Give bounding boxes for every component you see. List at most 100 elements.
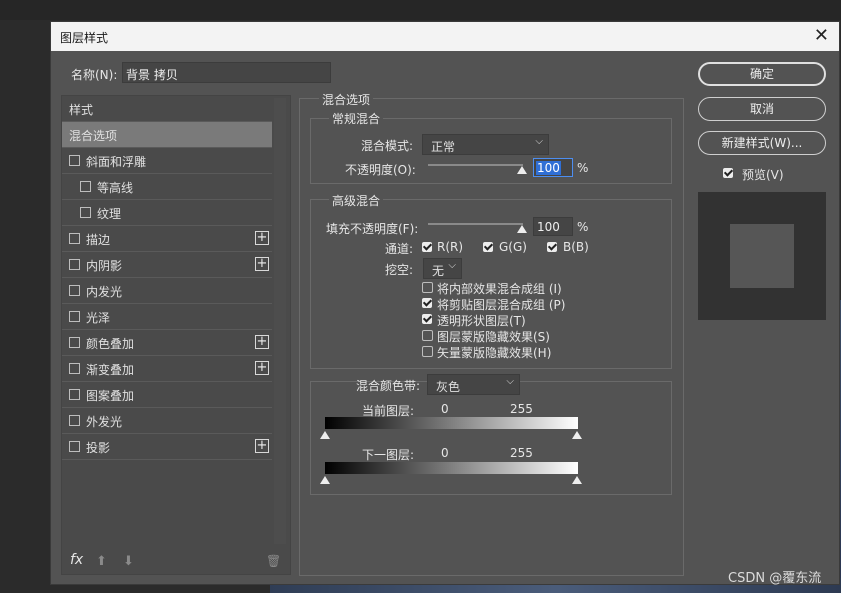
watermark: CSDN @覆东流 [728,571,822,586]
advanced-option-label: 将剪贴图层混合成组 (P) [437,298,566,312]
underlying-layer-white-slider[interactable] [572,476,582,484]
add-style-instance-icon[interactable]: + [255,361,269,375]
fill-opacity-unit: % [577,220,589,234]
underlying-layer-gradient [325,462,578,474]
current-layer-black-slider[interactable] [320,431,330,439]
channel-r-label: R(R) [437,240,464,254]
knockout-value: 无 [432,264,445,278]
move-up-icon[interactable]: ⬆ [96,554,107,569]
knockout-label: 挖空: [385,263,414,277]
current-layer-white-slider[interactable] [572,431,582,439]
underlying-layer-min: 0 [441,446,449,460]
style-item-label: 光泽 [86,311,111,325]
preview-label: 预览(V) [742,168,784,182]
fx-icon[interactable]: fx [70,552,83,568]
add-style-instance-icon[interactable]: + [255,231,269,245]
blend-if-label: 混合颜色带: [356,379,421,393]
preview-checkbox[interactable] [723,168,733,178]
style-item-checkbox[interactable] [69,389,80,400]
style-item-checkbox[interactable] [69,233,80,244]
advanced-option-checkbox[interactable] [422,282,433,293]
style-item-checkbox[interactable] [69,363,80,374]
new-style-button[interactable]: 新建样式(W)... [698,131,826,155]
close-icon[interactable]: ✕ [814,25,829,46]
styles-list-panel: 样式 混合选项 斜面和浮雕 等高线 纹理 描边 + 内阴影 + 内发光 光泽 颜色叠加 + 渐变叠加 + 图案… [61,95,291,575]
style-item-label: 斜面和浮雕 [86,155,147,169]
style-item-checkbox[interactable] [69,259,80,270]
blend-if-group [310,381,672,495]
channel-b-label: B(B) [563,240,589,254]
opacity-slider-thumb[interactable] [517,166,527,174]
opacity-slider[interactable] [428,164,523,166]
style-item-checkbox[interactable] [80,207,91,218]
advanced-option-checkbox[interactable] [422,298,432,308]
fill-opacity-slider[interactable] [428,223,523,225]
fill-opacity-input[interactable]: 100 [533,217,573,236]
style-item-label: 投影 [86,441,111,455]
style-item[interactable]: 斜面和浮雕 [62,148,272,174]
blend-options-title: 混合选项 [319,91,374,108]
opacity-input[interactable]: 100 [533,158,573,177]
add-style-instance-icon[interactable]: + [255,439,269,453]
blend-mode-label: 混合模式: [361,139,414,153]
ok-button[interactable]: 确定 [698,62,826,86]
style-item[interactable]: 渐变叠加 + [62,356,272,382]
styles-scrollbar[interactable] [274,98,286,544]
blend-mode-dropdown[interactable]: 正常 ⌵ [422,134,549,155]
style-item-label: 图案叠加 [86,389,135,403]
move-down-icon[interactable]: ⬇ [123,554,134,569]
channel-g-label: G(G) [499,240,527,254]
style-item-label: 混合选项 [69,129,118,143]
advanced-option-checkbox[interactable] [422,346,433,357]
layer-name-value: 背景 拷贝 [126,68,178,82]
style-item-checkbox[interactable] [69,415,80,426]
channels-label: 通道: [385,242,414,256]
style-item[interactable]: 颜色叠加 + [62,330,272,356]
general-blending-title: 常规混合 [329,110,384,127]
style-item-checkbox[interactable] [69,155,80,166]
style-preview-swatch [730,224,794,288]
style-item[interactable]: 描边 + [62,226,272,252]
chevron-down-icon: ⌵ [448,260,456,271]
style-item-label: 描边 [86,233,111,247]
style-item[interactable]: 混合选项 [62,122,272,148]
channel-b-checkbox[interactable] [547,242,557,252]
fill-opacity-slider-thumb[interactable] [517,225,527,233]
style-item[interactable]: 纹理 [62,200,272,226]
opacity-value: 100 [536,161,561,175]
chevron-down-icon: ⌵ [535,136,543,147]
channel-r-checkbox[interactable] [422,242,432,252]
style-item[interactable]: 内阴影 + [62,252,272,278]
style-item-checkbox[interactable] [69,441,80,452]
knockout-dropdown[interactable]: 无 ⌵ [423,258,462,279]
advanced-option-checkbox[interactable] [422,314,432,324]
cancel-button[interactable]: 取消 [698,97,826,121]
advanced-option-checkbox[interactable] [422,330,433,341]
style-item-checkbox[interactable] [69,285,80,296]
style-item[interactable]: 外发光 [62,408,272,434]
style-item[interactable]: 光泽 [62,304,272,330]
style-item[interactable]: 等高线 [62,174,272,200]
trash-icon[interactable]: 🗑 [266,554,281,568]
style-item[interactable]: 图案叠加 [62,382,272,408]
layer-name-input[interactable]: 背景 拷贝 [122,62,331,83]
advanced-blending-title: 高级混合 [329,192,384,209]
add-style-instance-icon[interactable]: + [255,257,269,271]
underlying-layer-black-slider[interactable] [320,476,330,484]
style-item-checkbox[interactable] [80,181,91,192]
style-item-label: 纹理 [97,207,122,221]
advanced-option-label: 将内部效果混合成组 (I) [437,282,562,296]
advanced-option-label: 透明形状图层(T) [437,314,526,328]
chevron-down-icon: ⌵ [506,376,514,387]
channel-g-checkbox[interactable] [483,242,493,252]
style-item-checkbox[interactable] [69,311,80,322]
name-label: 名称(N): [71,68,118,82]
current-layer-gradient [325,417,578,429]
blend-if-dropdown[interactable]: 灰色 ⌵ [427,374,520,395]
styles-header[interactable]: 样式 [62,96,272,122]
add-style-instance-icon[interactable]: + [255,335,269,349]
style-item[interactable]: 投影 + [62,434,272,460]
style-item-checkbox[interactable] [69,337,80,348]
style-item[interactable]: 内发光 [62,278,272,304]
opacity-label: 不透明度(O): [345,163,416,177]
